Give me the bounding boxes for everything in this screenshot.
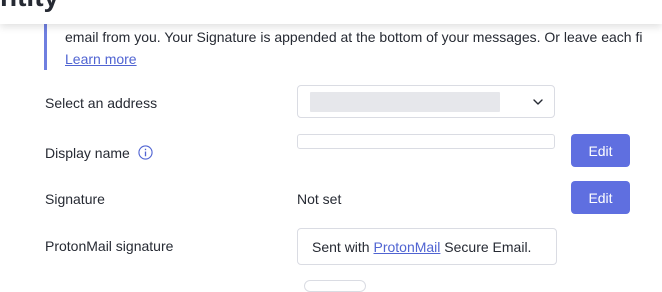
protonmail-signature-label: ProtonMail signature bbox=[45, 238, 174, 254]
display-name-field[interactable] bbox=[297, 134, 555, 149]
display-name-label: Display name bbox=[45, 145, 130, 161]
signature-toggle[interactable] bbox=[304, 280, 366, 292]
signature-prefix: Sent with bbox=[312, 239, 374, 255]
protonmail-signature-text: Sent with ProtonMail Secure Email. bbox=[312, 238, 531, 256]
address-select-value bbox=[310, 92, 500, 112]
signature-value: Not set bbox=[297, 191, 342, 207]
address-select[interactable] bbox=[297, 85, 555, 118]
protonmail-link[interactable]: ProtonMail bbox=[373, 239, 440, 255]
signature-suffix: Secure Email. bbox=[440, 239, 532, 255]
info-note: email from you. Your Signature is append… bbox=[44, 20, 662, 70]
chevron-down-icon bbox=[533, 99, 543, 105]
edit-display-name-button[interactable]: Edit bbox=[571, 134, 630, 167]
signature-label: Signature bbox=[45, 191, 105, 207]
top-header-bar bbox=[0, 0, 662, 24]
page-title: ntity bbox=[0, 0, 80, 12]
edit-signature-button[interactable]: Edit bbox=[571, 181, 630, 214]
learn-more-link[interactable]: Learn more bbox=[65, 50, 137, 68]
protonmail-signature-box: Sent with ProtonMail Secure Email. bbox=[297, 228, 557, 265]
select-address-label: Select an address bbox=[45, 95, 158, 111]
info-circle-icon[interactable] bbox=[138, 145, 153, 160]
info-note-text: email from you. Your Signature is append… bbox=[65, 29, 643, 45]
